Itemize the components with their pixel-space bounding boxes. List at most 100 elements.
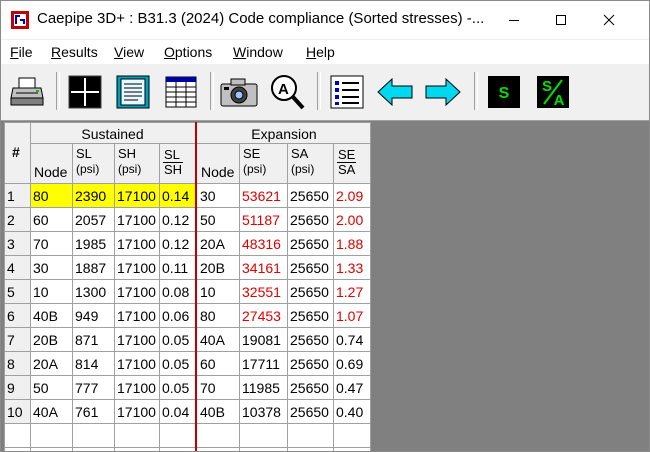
cell-sl[interactable]: 2390 (72, 184, 114, 208)
row-number[interactable]: 10 (4, 400, 30, 424)
cell-node-expansion[interactable]: 30 (197, 184, 239, 208)
cell-se[interactable]: 11985 (239, 376, 287, 400)
cell-se[interactable]: 10378 (239, 400, 287, 424)
menu-window[interactable]: Window (233, 44, 283, 60)
cell-se-sa-ratio[interactable]: 1.07 (333, 304, 371, 328)
next-button[interactable] (423, 72, 463, 112)
cell-node-sustained[interactable]: 80 (30, 184, 72, 208)
cell-se[interactable]: 53621 (239, 184, 287, 208)
cell-sl[interactable]: 2057 (72, 208, 114, 232)
cell-node-expansion[interactable]: 20B (197, 256, 239, 280)
cell-sl-sh-ratio[interactable]: 0.04 (159, 400, 196, 424)
cell-sa[interactable]: 25650 (287, 304, 333, 328)
cell-se[interactable]: 48316 (239, 232, 287, 256)
cell-se[interactable]: 32551 (239, 280, 287, 304)
cell-sl-sh-ratio[interactable]: 0.06 (159, 304, 196, 328)
cell-node-sustained[interactable]: 40B (30, 304, 72, 328)
cell-se-sa-ratio[interactable]: 0.47 (333, 376, 371, 400)
cell-node-expansion[interactable]: 10 (197, 280, 239, 304)
stress-ratio-button[interactable]: S A (533, 72, 573, 112)
cell-sl[interactable]: 1887 (72, 256, 114, 280)
cell-node-expansion[interactable]: 40B (197, 400, 239, 424)
cell-sa[interactable]: 25650 (287, 184, 333, 208)
list-button[interactable] (327, 72, 367, 112)
cell-sl-sh-ratio[interactable]: 0.14 (159, 184, 196, 208)
row-number[interactable]: 6 (4, 304, 30, 328)
cell-sa[interactable]: 25650 (287, 376, 333, 400)
cell-sh[interactable]: 17100 (114, 400, 159, 424)
print-button[interactable] (7, 72, 47, 112)
cell-node-expansion[interactable]: 50 (197, 208, 239, 232)
row-number[interactable]: 7 (4, 328, 30, 352)
menu-file[interactable]: File (10, 44, 33, 60)
cell-sl[interactable]: 1985 (72, 232, 114, 256)
stress-s-button[interactable]: S (484, 72, 524, 112)
row-number[interactable]: 4 (4, 256, 30, 280)
cell-se[interactable]: 27453 (239, 304, 287, 328)
cell-sa[interactable]: 25650 (287, 232, 333, 256)
cell-se[interactable]: 51187 (239, 208, 287, 232)
cell-sl[interactable]: 949 (72, 304, 114, 328)
cell-sl[interactable]: 814 (72, 352, 114, 376)
cell-sh[interactable]: 17100 (114, 256, 159, 280)
cell-node-sustained[interactable]: 50 (30, 376, 72, 400)
cell-sh[interactable]: 17100 (114, 376, 159, 400)
cell-se[interactable]: 19081 (239, 328, 287, 352)
cell-se-sa-ratio[interactable]: 2.00 (333, 208, 371, 232)
cell-sl-sh-ratio[interactable]: 0.05 (159, 328, 196, 352)
cell-sl-sh-ratio[interactable]: 0.05 (159, 352, 196, 376)
maximize-button[interactable] (538, 1, 584, 39)
cell-sl-sh-ratio[interactable]: 0.08 (159, 280, 196, 304)
menu-view[interactable]: View (114, 44, 144, 60)
cell-se-sa-ratio[interactable]: 0.40 (333, 400, 371, 424)
caepipe-app-icon[interactable] (11, 11, 29, 29)
cell-sh[interactable]: 17100 (114, 184, 159, 208)
cell-sa[interactable]: 25650 (287, 352, 333, 376)
cell-sa[interactable]: 25650 (287, 280, 333, 304)
cell-se-sa-ratio[interactable]: 1.27 (333, 280, 371, 304)
table-view-button[interactable] (161, 72, 201, 112)
cell-node-sustained[interactable]: 60 (30, 208, 72, 232)
cell-sl-sh-ratio[interactable]: 0.11 (159, 256, 196, 280)
cell-node-sustained[interactable]: 30 (30, 256, 72, 280)
cell-sh[interactable]: 17100 (114, 208, 159, 232)
cell-se-sa-ratio[interactable]: 0.69 (333, 352, 371, 376)
cell-sl[interactable]: 1300 (72, 280, 114, 304)
row-number[interactable]: 8 (4, 352, 30, 376)
menu-results[interactable]: Results (51, 44, 98, 60)
cell-sa[interactable]: 25650 (287, 400, 333, 424)
cell-se[interactable]: 34161 (239, 256, 287, 280)
cell-sa[interactable]: 25650 (287, 328, 333, 352)
cell-sl[interactable]: 761 (72, 400, 114, 424)
crosshair-view-button[interactable] (65, 72, 105, 112)
cell-se-sa-ratio[interactable]: 1.88 (333, 232, 371, 256)
close-button[interactable] (586, 1, 632, 39)
cell-sl-sh-ratio[interactable]: 0.05 (159, 376, 196, 400)
cell-sh[interactable]: 17100 (114, 232, 159, 256)
cell-sl[interactable]: 871 (72, 328, 114, 352)
menu-help[interactable]: Help (306, 44, 335, 60)
cell-sh[interactable]: 17100 (114, 280, 159, 304)
menu-options[interactable]: Options (164, 44, 212, 60)
cell-sa[interactable]: 25650 (287, 256, 333, 280)
zoom-text-button[interactable]: A (267, 72, 307, 112)
cell-node-expansion[interactable]: 80 (197, 304, 239, 328)
cell-sh[interactable]: 17100 (114, 328, 159, 352)
cell-node-sustained[interactable]: 40A (30, 400, 72, 424)
cell-se-sa-ratio[interactable]: 0.74 (333, 328, 371, 352)
cell-sl-sh-ratio[interactable]: 0.12 (159, 232, 196, 256)
cell-se[interactable]: 17711 (239, 352, 287, 376)
cell-node-expansion[interactable]: 70 (197, 376, 239, 400)
previous-button[interactable] (375, 72, 415, 112)
cell-sa[interactable]: 25650 (287, 208, 333, 232)
cell-se-sa-ratio[interactable]: 1.33 (333, 256, 371, 280)
text-output-button[interactable] (113, 72, 153, 112)
cell-node-expansion[interactable]: 60 (197, 352, 239, 376)
cell-se-sa-ratio[interactable]: 2.09 (333, 184, 371, 208)
cell-sh[interactable]: 17100 (114, 352, 159, 376)
cell-node-sustained[interactable]: 70 (30, 232, 72, 256)
cell-node-sustained[interactable]: 20B (30, 328, 72, 352)
cell-sh[interactable]: 17100 (114, 304, 159, 328)
row-number[interactable]: 2 (4, 208, 30, 232)
cell-node-expansion[interactable]: 40A (197, 328, 239, 352)
